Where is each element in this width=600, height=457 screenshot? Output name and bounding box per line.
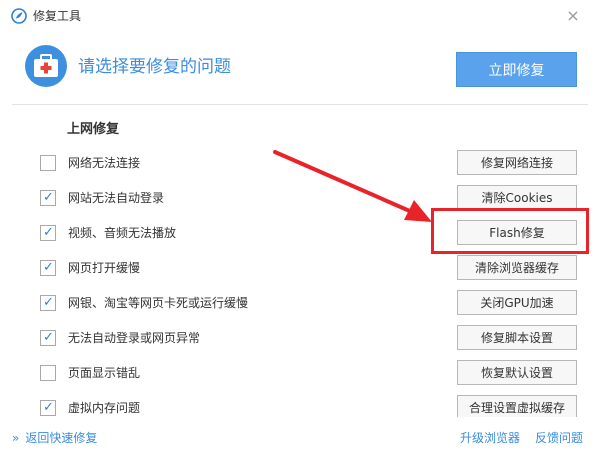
item-label: 视频、音频无法播放 [68, 226, 177, 240]
item-label: 无法自动登录或网页异常 [68, 331, 201, 345]
list-item: ✓ 视频、音频无法播放 Flash修复 [12, 215, 577, 251]
check-icon: ✓ [43, 400, 54, 415]
list-item: ✓ 虚拟内存问题 合理设置虚拟缓存 [12, 390, 577, 417]
close-button[interactable]: × [562, 5, 584, 27]
item-label: 虚拟内存问题 [68, 401, 141, 415]
item-label: 网页打开缓慢 [68, 261, 141, 275]
check-icon: ✓ [43, 190, 54, 205]
double-chevron-right-icon: » [12, 431, 20, 445]
section-title: 上网修复 [67, 122, 120, 137]
header: 请选择要修复的问题 立即修复 [0, 32, 600, 102]
list-item: ✓ 网银、淘宝等网页卡死或运行缓慢 关闭GPU加速 [12, 285, 577, 321]
first-aid-kit-icon [25, 45, 67, 87]
item-checkbox[interactable]: ✓ [40, 225, 56, 241]
list-item: ✓ 网页打开缓慢 清除浏览器缓存 [12, 250, 577, 286]
page-title: 请选择要修复的问题 [78, 57, 231, 77]
item-label: 页面显示错乱 [68, 366, 141, 380]
item-checkbox[interactable] [40, 365, 56, 381]
list-item: 页面显示错乱 恢复默认设置 [12, 355, 577, 391]
upgrade-browser-link[interactable]: 升级浏览器 [460, 430, 520, 446]
list-item: ✓ 无法自动登录或网页异常 修复脚本设置 [12, 320, 577, 356]
close-icon: × [566, 6, 580, 25]
fix-button[interactable]: 关闭GPU加速 [457, 290, 577, 315]
fix-button[interactable]: 合理设置虚拟缓存 [457, 395, 577, 417]
list-item: ✓ 网站无法自动登录 清除Cookies [12, 180, 577, 216]
repair-now-button[interactable]: 立即修复 [456, 52, 577, 87]
item-checkbox[interactable]: ✓ [40, 260, 56, 276]
item-label: 网站无法自动登录 [68, 191, 165, 205]
repair-list: 上网修复 网络无法连接 修复网络连接 ✓ 网站无法自动登录 清除Cookies … [12, 105, 588, 417]
browser-logo-icon [11, 8, 27, 24]
item-checkbox[interactable]: ✓ [40, 330, 56, 346]
title-bar: 修复工具 × [0, 0, 600, 32]
check-icon: ✓ [43, 260, 54, 275]
fix-button[interactable]: 恢复默认设置 [457, 360, 577, 385]
item-checkbox[interactable]: ✓ [40, 190, 56, 206]
item-checkbox[interactable]: ✓ [40, 295, 56, 311]
footer: » 返回快速修复 升级浏览器 反馈问题 [0, 420, 600, 457]
item-label: 网络无法连接 [68, 156, 141, 170]
item-checkbox[interactable] [40, 155, 56, 171]
back-link-label: 返回快速修复 [25, 431, 98, 445]
item-checkbox[interactable]: ✓ [40, 400, 56, 416]
check-icon: ✓ [43, 295, 54, 310]
flash-fix-button[interactable]: Flash修复 [457, 220, 577, 245]
fix-button[interactable]: 清除Cookies [457, 185, 577, 210]
fix-button[interactable]: 清除浏览器缓存 [457, 255, 577, 280]
check-icon: ✓ [43, 225, 54, 240]
check-icon: ✓ [43, 330, 54, 345]
list-item: 网络无法连接 修复网络连接 [12, 145, 577, 181]
back-to-quick-repair-link[interactable]: » 返回快速修复 [12, 430, 97, 446]
fix-button[interactable]: 修复网络连接 [457, 150, 577, 175]
item-label: 网银、淘宝等网页卡死或运行缓慢 [68, 296, 249, 310]
fix-button[interactable]: 修复脚本设置 [457, 325, 577, 350]
scrollbar[interactable] [587, 105, 588, 417]
window-title: 修复工具 [33, 9, 82, 23]
feedback-link[interactable]: 反馈问题 [535, 430, 583, 446]
